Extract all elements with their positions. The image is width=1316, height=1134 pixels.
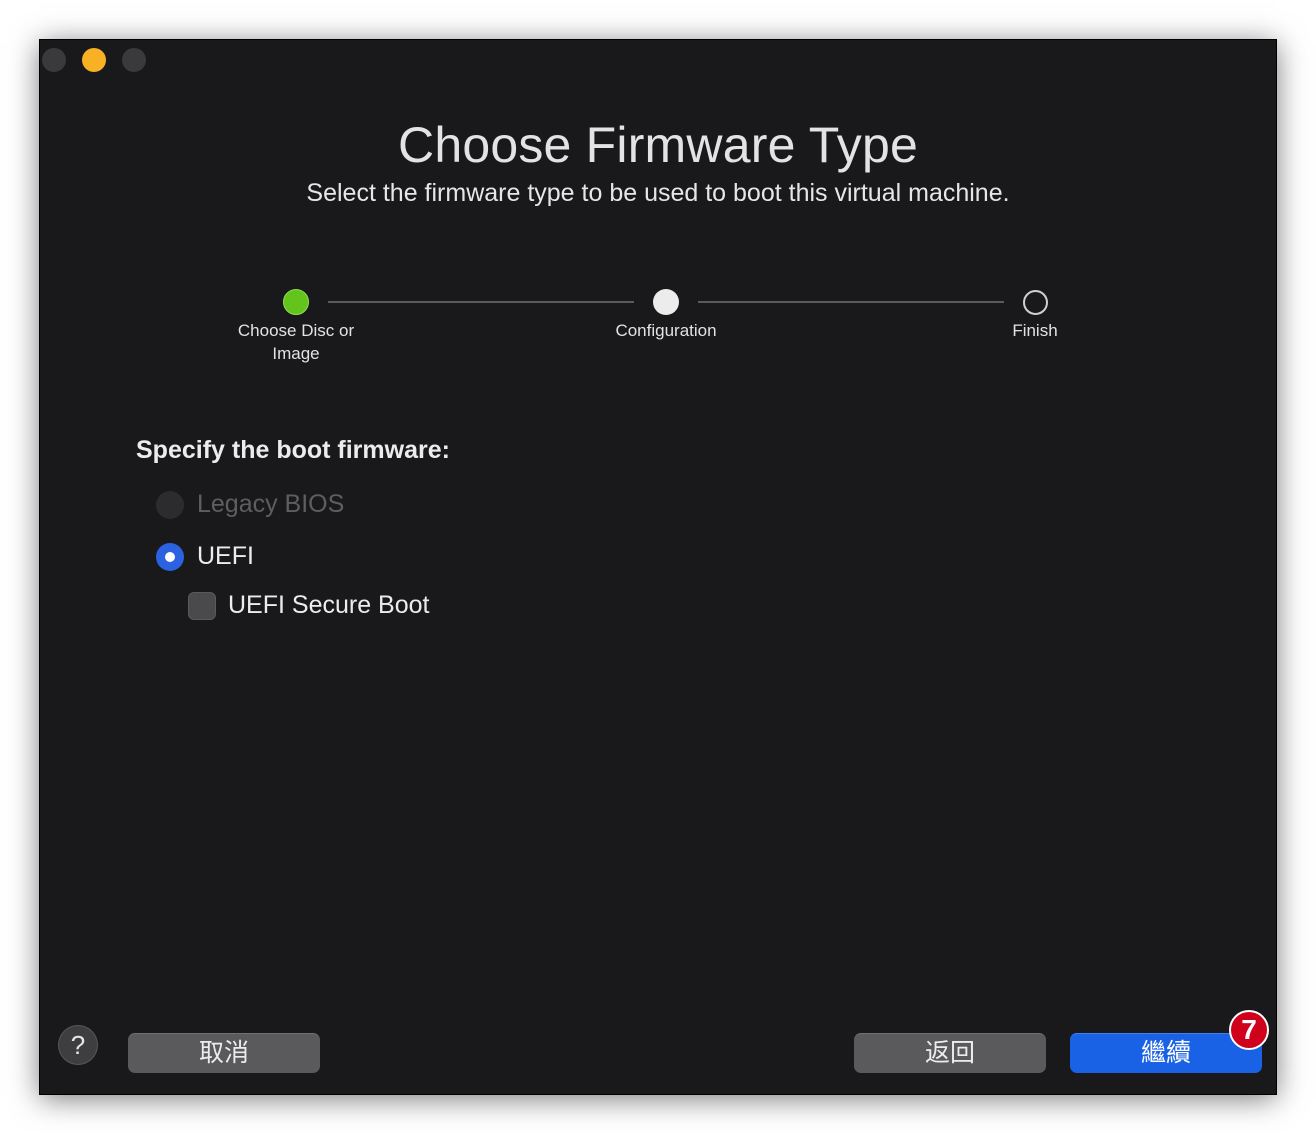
page-title: Choose Firmware Type [398, 117, 918, 173]
boot-firmware-heading: Specify the boot firmware: [136, 436, 450, 464]
step-label-finish: Finish [1012, 321, 1058, 340]
step-pending-indicator [1023, 290, 1048, 315]
cancel-button[interactable]: 取消 [128, 1033, 320, 1073]
legacy-bios-label: Legacy BIOS [197, 490, 345, 518]
back-button[interactable]: 返回 [854, 1033, 1046, 1073]
minimize-window-button[interactable] [82, 48, 106, 72]
step-label-configuration: Configuration [615, 321, 717, 340]
uefi-label[interactable]: UEFI [197, 542, 254, 571]
legacy-bios-radio [156, 490, 184, 519]
step-connector [698, 301, 1004, 303]
vm-assistant-window: Choose Firmware Type Select the firmware… [40, 40, 1276, 1094]
step-current-indicator [653, 289, 679, 315]
help-button[interactable]: ? [58, 1025, 98, 1065]
close-window-button[interactable] [42, 48, 66, 72]
step-number-badge: 7 [1229, 1010, 1269, 1050]
legacy-bios-option: Legacy BIOS [156, 490, 344, 519]
page-subtitle: Select the firmware type to be used to b… [306, 179, 1010, 207]
uefi-option[interactable]: UEFI [156, 542, 254, 571]
step-connector [328, 301, 634, 303]
uefi-secure-boot-option[interactable]: UEFI Secure Boot [188, 591, 429, 620]
uefi-radio[interactable] [156, 542, 184, 571]
step-completed-indicator [283, 289, 309, 315]
uefi-secure-boot-checkbox[interactable] [188, 591, 216, 620]
zoom-window-button[interactable] [122, 48, 146, 72]
step-label-choose-disc: Choose Disc or Image [237, 321, 355, 363]
uefi-secure-boot-label[interactable]: UEFI Secure Boot [228, 591, 429, 620]
